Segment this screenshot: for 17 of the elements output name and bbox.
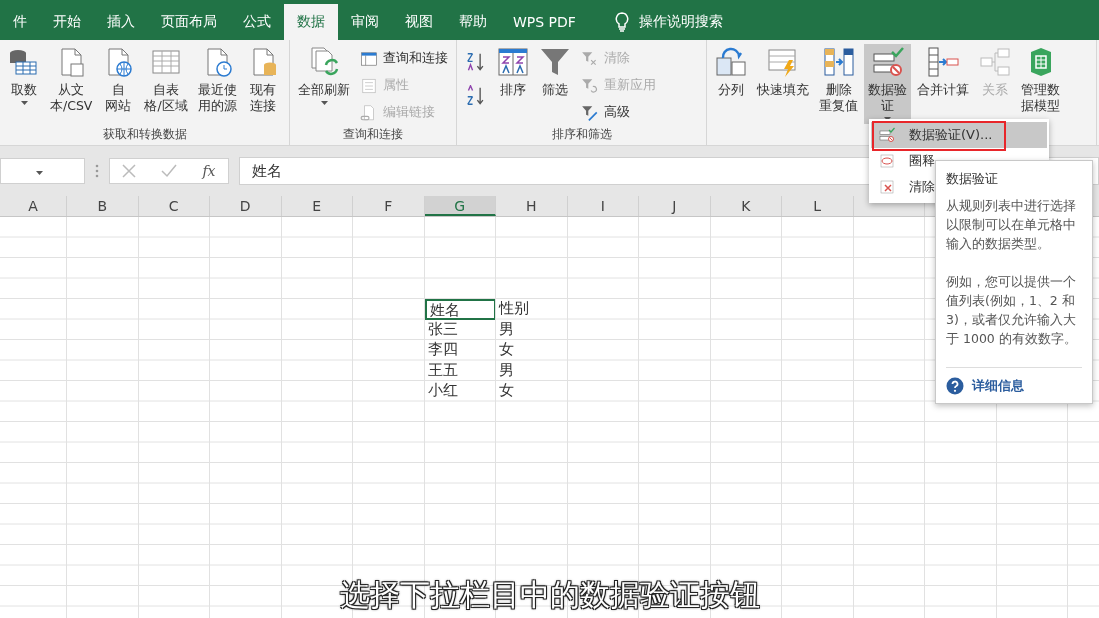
tooltip-title: 数据验证 (946, 170, 999, 188)
table-cell-text: 男 (498, 360, 515, 381)
table-cell-text: 张三 (426, 319, 459, 340)
table-cell-text: 男 (498, 319, 515, 340)
group-label: 查询和连接 (342, 126, 404, 143)
table-cell-text: 女 (498, 340, 515, 360)
tooltip-text: 从规则列表中进行选择以限制可以在单元格中输入的数据类型。 (946, 197, 1077, 253)
table-cell-text: 小红 (426, 381, 459, 401)
table-cell-text: 李四 (426, 340, 459, 360)
table-cell: 姓名 (424, 299, 496, 320)
group-label: 排序和筛选 (550, 126, 613, 143)
tooltip-text: 例如，您可以提供一个值列表(例如，1、2 和 3)，或者仅允许输入大于 1000 的有效数字。 (946, 273, 1078, 348)
table-cell-text: 女 (498, 381, 515, 401)
group-label: 获取和转换数据 (101, 126, 188, 143)
table-cell-text: 性别 (497, 299, 530, 319)
table-cell-text: 王五 (426, 360, 459, 381)
subtitle: 选择下拉栏目中的数据验证按钮 (339, 577, 760, 612)
